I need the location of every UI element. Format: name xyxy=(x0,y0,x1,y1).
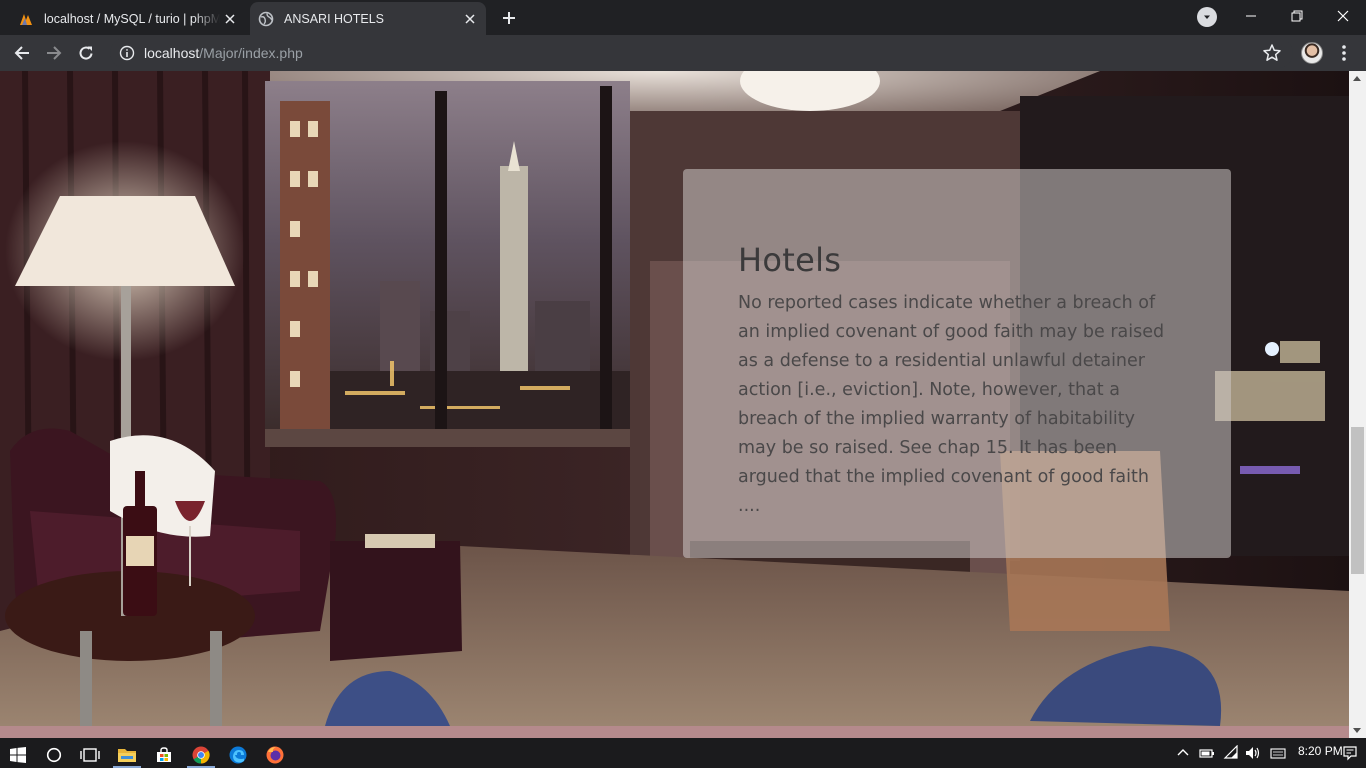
scroll-down-arrow-icon[interactable] xyxy=(1353,728,1361,733)
tab-ansari-hotels[interactable]: ANSARI HOTELS xyxy=(250,2,486,35)
page-footer-strip xyxy=(0,726,1349,738)
restore-button[interactable] xyxy=(1274,0,1320,32)
forward-button[interactable] xyxy=(40,39,68,67)
file-explorer-button[interactable] xyxy=(109,741,145,768)
card-description: No reported cases indicate whether a bre… xyxy=(738,293,1165,516)
windows-taskbar: 8:20 PM xyxy=(0,738,1366,768)
globe-icon xyxy=(258,11,274,26)
chevron-up-icon[interactable] xyxy=(1175,745,1191,761)
tab-search-button[interactable] xyxy=(1197,7,1217,27)
minimize-icon xyxy=(1246,15,1256,17)
store-icon xyxy=(157,746,171,762)
phpmyadmin-icon xyxy=(20,13,32,25)
url-text: localhost/Major/index.php xyxy=(144,45,303,61)
more-menu-icon[interactable] xyxy=(1334,43,1354,63)
profile-avatar[interactable] xyxy=(1301,42,1323,64)
notifications-icon[interactable] xyxy=(1342,745,1358,761)
minimize-button[interactable] xyxy=(1228,0,1274,32)
edge-icon xyxy=(229,746,247,763)
reload-button[interactable] xyxy=(72,39,100,67)
arrow-left-icon xyxy=(14,46,29,60)
scrollbar-thumb[interactable] xyxy=(1351,427,1364,574)
close-icon xyxy=(1337,10,1349,22)
close-tab-icon[interactable] xyxy=(220,9,240,29)
scroll-up-arrow-icon[interactable] xyxy=(1353,76,1361,81)
close-window-button[interactable] xyxy=(1320,0,1366,32)
new-tab-button[interactable] xyxy=(497,7,521,29)
vertical-scrollbar[interactable] xyxy=(1349,71,1366,738)
chrome-icon xyxy=(192,746,210,764)
start-button[interactable] xyxy=(0,741,36,768)
back-button[interactable] xyxy=(8,39,36,67)
close-tab-icon[interactable] xyxy=(460,9,480,29)
hotels-info-card: Hotels No reported cases indicate whethe… xyxy=(683,169,1231,558)
wifi-icon[interactable] xyxy=(1223,745,1239,761)
tab-phpmyadmin[interactable]: localhost / MySQL / turio | phpMyAdmin xyxy=(10,2,246,35)
reload-icon xyxy=(79,46,93,60)
task-view-icon xyxy=(80,747,100,762)
search-button[interactable] xyxy=(36,741,72,768)
chevron-down-icon xyxy=(1204,15,1210,19)
keyboard-language-icon[interactable] xyxy=(1270,745,1286,761)
tab-title: localhost / MySQL / turio | phpMyAdmin xyxy=(44,11,220,26)
url-path: /Major/index.php xyxy=(199,45,303,61)
search-icon xyxy=(46,747,62,762)
task-view-button[interactable] xyxy=(72,741,108,768)
info-icon[interactable] xyxy=(119,45,135,61)
store-button[interactable] xyxy=(146,741,182,768)
tab-title: ANSARI HOTELS xyxy=(284,11,385,26)
edge-button[interactable] xyxy=(220,741,256,768)
plus-icon xyxy=(503,12,515,24)
tab-strip: localhost / MySQL / turio | phpMyAdmin A… xyxy=(0,0,1366,35)
browser-toolbar: localhost/Major/index.php xyxy=(0,35,1366,71)
address-bar[interactable]: localhost/Major/index.php xyxy=(110,38,1293,68)
card-title: Hotels xyxy=(738,241,842,279)
restore-icon xyxy=(1291,10,1303,22)
page-viewport: Hotels No reported cases indicate whethe… xyxy=(0,71,1349,726)
volume-icon[interactable] xyxy=(1245,745,1261,761)
file-explorer-icon xyxy=(118,748,136,762)
start-icon xyxy=(10,746,26,763)
firefox-button[interactable] xyxy=(257,741,293,768)
chrome-button[interactable] xyxy=(183,741,219,768)
bookmark-star-icon[interactable] xyxy=(1262,43,1282,63)
arrow-right-icon xyxy=(47,46,62,60)
battery-icon[interactable] xyxy=(1199,745,1215,761)
taskbar-clock[interactable]: 8:20 PM xyxy=(1298,744,1343,758)
firefox-icon xyxy=(266,746,284,763)
url-host: localhost xyxy=(144,45,200,61)
